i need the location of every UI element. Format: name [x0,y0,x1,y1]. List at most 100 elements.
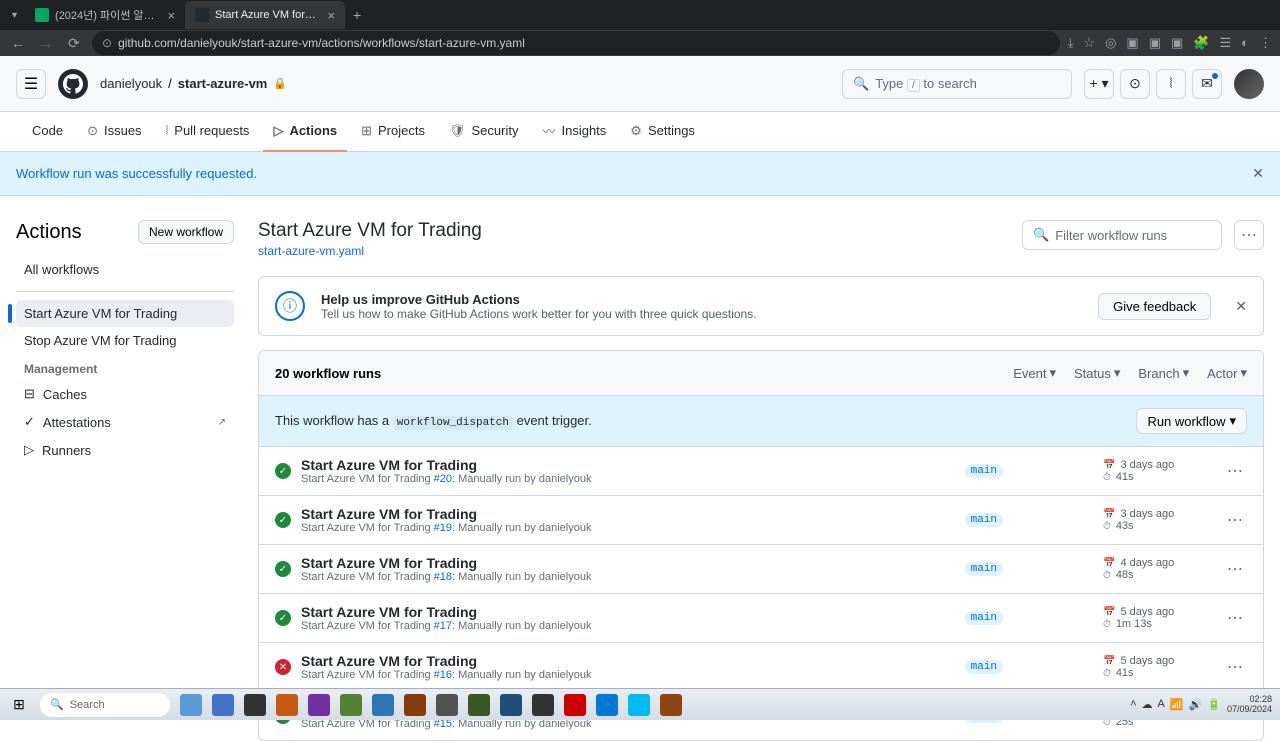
inbox-button[interactable]: ✉ [1192,69,1222,99]
sidebar-item-runners[interactable]: ▷Runners [16,436,234,464]
workflow-link-1[interactable]: Stop Azure VM for Trading [16,327,234,354]
repo-tab-pull-requests[interactable]: ⦚Pull requests [156,112,260,152]
run-title[interactable]: Start Azure VM for Trading [301,604,965,620]
taskbar-app-icon[interactable] [596,694,618,716]
taskbar-app-icon[interactable] [500,694,522,716]
taskbar-app-icon[interactable] [244,694,266,716]
chevron-up-icon[interactable]: ˄ [1130,698,1136,711]
run-title[interactable]: Start Azure VM for Trading [301,555,965,571]
profile-icon[interactable]: ◐ [1241,35,1249,51]
close-icon[interactable]: ✕ [1235,298,1247,315]
breadcrumb-repo[interactable]: start-azure-vm [178,76,268,91]
branch-badge[interactable]: main [965,611,1003,625]
run-title[interactable]: Start Azure VM for Trading [301,506,965,522]
branch-badge[interactable]: main [965,660,1003,674]
sidebar-item-attestations[interactable]: ✓Attestations↗ [16,408,234,436]
taskbar-app-icon[interactable] [212,694,234,716]
taskbar-app-icon[interactable] [628,694,650,716]
taskbar-app-icon[interactable] [372,694,394,716]
taskbar-app-icon[interactable] [532,694,554,716]
ext-icon[interactable]: ▣ [1171,35,1183,51]
give-feedback-button[interactable]: Give feedback [1098,293,1211,320]
address-bar[interactable]: ⊙ github.com/danielyouk/start-azure-vm/a… [92,31,1060,55]
battery-icon[interactable]: 🔋 [1207,698,1221,711]
repo-tab-settings[interactable]: ⚙Settings [620,112,705,152]
pulls-button[interactable]: ⦚ [1156,69,1186,99]
lens-icon[interactable]: ◎ [1105,35,1116,51]
workflow-link-0[interactable]: Start Azure VM for Trading [16,300,234,327]
menu-icon[interactable]: ⋮ [1259,35,1272,51]
extensions-icon[interactable]: 🧩 [1193,35,1209,51]
browser-tab-0[interactable]: (2024년) 파이썬 알고리즘 트레 × [25,1,185,29]
run-row[interactable]: ✓ Start Azure VM for Trading Start Azure… [259,545,1263,594]
language-indicator[interactable]: A [1158,698,1165,711]
run-row[interactable]: ✓ Start Azure VM for Trading Start Azure… [259,447,1263,496]
sidepanel-icon[interactable]: ☰ [1219,35,1231,51]
workflow-menu-button[interactable]: ⋯ [1234,220,1264,250]
all-workflows-link[interactable]: All workflows [16,256,234,283]
taskbar-app-icon[interactable] [564,694,586,716]
run-menu-button[interactable]: ⋯ [1223,506,1247,534]
new-tab-button[interactable]: + [345,7,369,23]
repo-tab-issues[interactable]: ⊙Issues [77,112,151,152]
volume-icon[interactable]: 🔊 [1189,698,1203,711]
filter-status[interactable]: Status ▾ [1074,365,1120,381]
branch-badge[interactable]: main [965,513,1003,527]
avatar[interactable] [1234,69,1264,99]
hamburger-button[interactable]: ☰ [16,69,46,99]
taskbar-app-icon[interactable] [468,694,490,716]
back-button[interactable]: ← [8,35,28,51]
search-input[interactable]: 🔍 Type / to search [842,69,1072,99]
tab-dropdown-icon[interactable]: ▾ [4,10,25,21]
sidebar-item-caches[interactable]: ⊟Caches [16,380,234,408]
clock[interactable]: 02:28 07/09/2024 [1227,695,1272,715]
repo-tab-security[interactable]: 🛡Security [439,112,528,152]
close-icon[interactable]: × [327,8,335,23]
taskbar-search[interactable]: 🔍 Search [40,693,170,717]
filter-actor[interactable]: Actor ▾ [1207,365,1247,381]
run-menu-button[interactable]: ⋯ [1223,457,1247,485]
branch-badge[interactable]: main [965,464,1003,478]
run-menu-button[interactable]: ⋯ [1223,555,1247,583]
taskbar-app-icon[interactable] [436,694,458,716]
install-icon[interactable]: ⤓ [1068,35,1074,51]
start-button[interactable]: ⊞ [8,694,30,716]
repo-tab-actions[interactable]: ▷Actions [263,112,347,152]
wifi-icon[interactable]: 📶 [1170,698,1184,711]
tray-icon[interactable]: ☁ [1142,698,1153,711]
taskbar-app-icon[interactable] [276,694,298,716]
run-title[interactable]: Start Azure VM for Trading [301,653,965,669]
taskbar-app-icon[interactable] [404,694,426,716]
star-icon[interactable]: ☆ [1083,35,1095,51]
browser-tab-1[interactable]: Start Azure VM for Trading · W × [185,1,345,29]
run-row[interactable]: ✕ Start Azure VM for Trading Start Azure… [259,643,1263,692]
filter-event[interactable]: Event ▾ [1013,365,1056,381]
github-logo-icon[interactable] [58,69,88,99]
taskbar-app-icon[interactable] [308,694,330,716]
forward-button[interactable]: → [36,35,56,51]
run-title[interactable]: Start Azure VM for Trading [301,457,965,473]
yaml-link[interactable]: start-azure-vm.yaml [258,244,364,258]
filter-branch[interactable]: Branch ▾ [1138,365,1189,381]
filter-runs-input[interactable]: 🔍 Filter workflow runs [1022,220,1222,250]
repo-tab-projects[interactable]: ⊞Projects [351,112,435,152]
run-row[interactable]: ✓ Start Azure VM for Trading Start Azure… [259,496,1263,545]
create-button[interactable]: + ▾ [1084,69,1114,99]
ext-icon[interactable]: ▣ [1149,35,1161,51]
reload-button[interactable]: ⟳ [64,35,84,52]
run-row[interactable]: ✓ Start Azure VM for Trading Start Azure… [259,594,1263,643]
taskbar-app-icon[interactable] [660,694,682,716]
new-workflow-button[interactable]: New workflow [138,220,234,244]
repo-tab-code[interactable]: Code [16,112,73,152]
repo-tab-insights[interactable]: 〰Insights [532,112,616,152]
tray[interactable]: ˄ ☁ A 📶 🔊 🔋 [1130,698,1221,711]
breadcrumb-owner[interactable]: danielyouk [100,76,162,91]
issues-button[interactable]: ⊙ [1120,69,1150,99]
close-icon[interactable]: ✕ [1252,165,1264,182]
ext-icon[interactable]: ▣ [1126,35,1138,51]
run-workflow-button[interactable]: Run workflow ▾ [1136,408,1247,434]
taskbar-app-icon[interactable] [180,694,202,716]
site-info-icon[interactable]: ⊙ [102,36,112,50]
close-icon[interactable]: × [167,8,175,23]
run-menu-button[interactable]: ⋯ [1223,653,1247,681]
